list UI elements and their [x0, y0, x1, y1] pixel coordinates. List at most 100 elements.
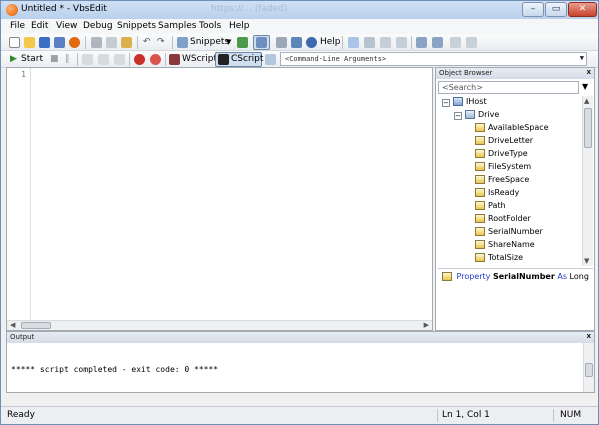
- save-icon[interactable]: [39, 37, 50, 48]
- cut-icon[interactable]: [91, 37, 102, 48]
- settings-gear-icon[interactable]: [291, 37, 302, 48]
- close-window-button[interactable]: ✕: [568, 2, 597, 17]
- tree-item-property[interactable]: FileSystem: [475, 162, 531, 175]
- step-into-icon[interactable]: [82, 54, 93, 65]
- save-all-icon[interactable]: [54, 37, 65, 48]
- scrollbar-thumb[interactable]: [585, 363, 593, 377]
- chevron-down-icon[interactable]: ▼: [582, 82, 588, 91]
- align-icon[interactable]: [450, 37, 461, 48]
- snippets-icon[interactable]: [177, 37, 188, 48]
- close-icon[interactable]: x: [586, 68, 591, 76]
- menu-snippets[interactable]: Snippets: [117, 21, 156, 31]
- object-tree[interactable]: − IHost − Drive AvailableSpace DriveLett…: [436, 96, 582, 266]
- run-dialog-icon[interactable]: [237, 37, 248, 48]
- tree-item-property[interactable]: AvailableSpace: [475, 123, 549, 136]
- tree-item-property[interactable]: RootFolder: [475, 214, 531, 227]
- scroll-left-icon[interactable]: ◀: [10, 321, 15, 329]
- outdent-icon[interactable]: [432, 37, 443, 48]
- step-out-icon[interactable]: [114, 54, 125, 65]
- tree-item-property[interactable]: IsReady: [475, 188, 519, 201]
- debug-toolbar: ▶ Start ■ ‖ WScript CScript <Command-Lin…: [1, 51, 598, 68]
- toolbar-separator: [85, 36, 86, 49]
- menu-samples[interactable]: Samples: [158, 21, 196, 31]
- object-browser-search-input[interactable]: <Search>: [438, 81, 579, 94]
- pause-icon[interactable]: ‖: [65, 54, 70, 64]
- tree-item-property[interactable]: DriveLetter: [475, 136, 533, 149]
- step-over-icon[interactable]: [98, 54, 109, 65]
- undo-icon[interactable]: ↶: [143, 37, 151, 47]
- start-button-label[interactable]: Start: [21, 54, 43, 64]
- tree-item-property[interactable]: TotalSize: [475, 253, 523, 266]
- indent-icon[interactable]: [416, 37, 427, 48]
- close-icon[interactable]: x: [586, 332, 591, 340]
- chevron-down-icon[interactable]: ▼: [226, 38, 231, 46]
- menu-edit[interactable]: Edit: [31, 21, 48, 31]
- toolbar-separator: [165, 53, 166, 66]
- property-label: IsReady: [488, 188, 520, 197]
- cscript-button-label[interactable]: CScript: [231, 54, 263, 64]
- property-icon: [442, 272, 452, 281]
- tree-item-property[interactable]: DriveType: [475, 149, 528, 162]
- menu-help[interactable]: Help: [229, 21, 250, 31]
- property-icon: [475, 175, 485, 184]
- property-label: AvailableSpace: [488, 123, 549, 132]
- object-tree-vertical-scrollbar[interactable]: ▲ ▼: [582, 96, 593, 266]
- object-browser-title: Object Browser: [439, 69, 493, 77]
- scrollbar-thumb[interactable]: [584, 108, 592, 148]
- copy-icon[interactable]: [106, 37, 117, 48]
- comment-icon[interactable]: [348, 37, 359, 48]
- wrap-icon[interactable]: [466, 37, 477, 48]
- chevron-down-icon[interactable]: ▼: [580, 54, 584, 62]
- code-editor[interactable]: 1 ◀ ▶: [6, 67, 433, 331]
- menu-view[interactable]: View: [56, 21, 77, 31]
- new-file-icon[interactable]: [9, 37, 20, 48]
- scroll-right-icon[interactable]: ▶: [424, 321, 429, 329]
- toolbar-separator: [411, 36, 412, 49]
- paste-icon[interactable]: [121, 37, 132, 48]
- uncomment-icon[interactable]: [364, 37, 375, 48]
- arguments-icon[interactable]: [265, 54, 276, 65]
- menu-tools[interactable]: Tools: [199, 21, 221, 31]
- print-preview-icon[interactable]: [276, 37, 287, 48]
- tree-item-property[interactable]: FreeSpace: [475, 175, 529, 188]
- maximize-button[interactable]: ▭: [545, 2, 567, 17]
- help-icon[interactable]: [306, 37, 317, 48]
- tree-node-drive[interactable]: Drive: [465, 110, 499, 123]
- breakpoint-icon[interactable]: [134, 54, 145, 65]
- tree-node-root[interactable]: IHost: [453, 97, 487, 110]
- property-icon: [475, 240, 485, 249]
- snippets-button-label[interactable]: Snippets: [190, 37, 229, 47]
- start-play-icon[interactable]: ▶: [10, 54, 17, 64]
- arguments-placeholder: <Command-Line Arguments>: [285, 55, 387, 63]
- scroll-down-icon[interactable]: ▼: [584, 257, 589, 265]
- collapse-icon[interactable]: −: [442, 99, 450, 107]
- tree-item-property[interactable]: Path: [475, 201, 506, 214]
- minimize-button[interactable]: –: [522, 2, 544, 17]
- object-browser-panel: Object Browser x <Search> ▼ − IHost − Dr…: [435, 67, 595, 331]
- editor-horizontal-scrollbar[interactable]: ◀ ▶: [7, 320, 432, 330]
- bookmark-next-icon[interactable]: [396, 37, 407, 48]
- tree-item-property[interactable]: SerialNumber: [475, 227, 543, 240]
- scroll-up-icon[interactable]: ▲: [584, 97, 589, 105]
- wscript-button-label[interactable]: WScript: [182, 54, 217, 64]
- tree-item-property[interactable]: ShareName: [475, 240, 535, 253]
- stop-icon[interactable]: ■: [50, 54, 59, 64]
- record-icon[interactable]: [69, 37, 80, 48]
- collapse-icon[interactable]: −: [454, 112, 462, 120]
- tree-node-label: Drive: [478, 110, 500, 119]
- line-number-gutter: 1: [7, 68, 31, 320]
- menu-file[interactable]: File: [10, 21, 25, 31]
- menu-bar: File Edit View Debug Snippets Samples To…: [1, 19, 598, 34]
- open-folder-icon[interactable]: [24, 37, 35, 48]
- command-line-arguments-select[interactable]: <Command-Line Arguments> ▼: [280, 52, 587, 66]
- menu-debug[interactable]: Debug: [83, 21, 113, 31]
- bookmark-icon[interactable]: [380, 37, 391, 48]
- output-vertical-scrollbar[interactable]: [583, 343, 594, 392]
- property-icon: [475, 253, 485, 262]
- clear-breakpoints-icon[interactable]: [150, 54, 161, 65]
- property-label: TotalSize: [488, 253, 524, 262]
- redo-icon[interactable]: ↷: [157, 37, 165, 47]
- member-type: Long: [569, 272, 589, 281]
- scrollbar-thumb[interactable]: [21, 322, 51, 329]
- help-button-label[interactable]: Help: [320, 37, 341, 47]
